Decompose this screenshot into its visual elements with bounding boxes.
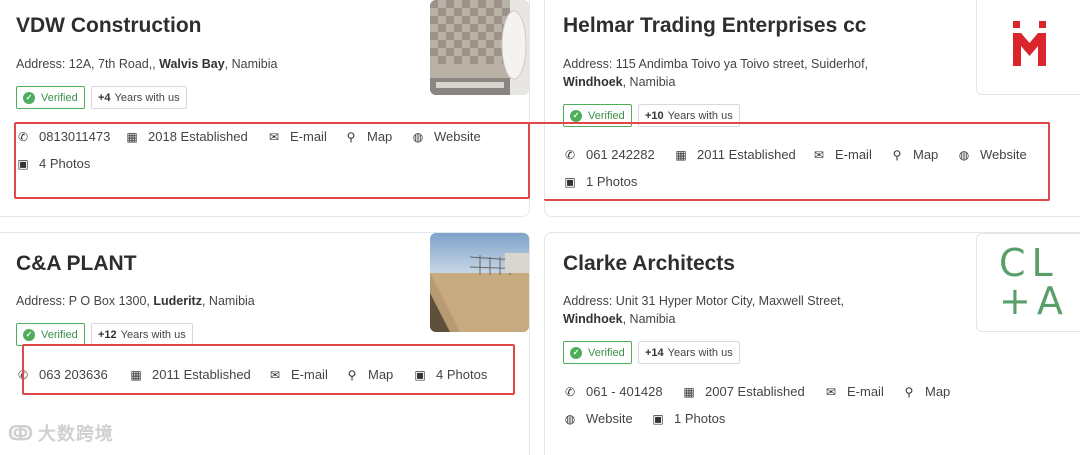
phone-link[interactable]: ✆ 061 242282 <box>563 147 655 162</box>
years-badge: +14 Years with us <box>638 341 740 364</box>
email-link[interactable]: ✉ E-mail <box>268 367 328 382</box>
listing-title[interactable]: VDW Construction <box>16 14 201 38</box>
years-badge: +10 Years with us <box>638 104 740 127</box>
phone-link[interactable]: ✆ 061 - 401428 <box>563 384 663 399</box>
listing-address: Address: Unit 31 Hyper Motor City, Maxwe… <box>563 294 845 326</box>
established-info: ▦ 2018 Established <box>126 129 248 144</box>
verified-badge: ✓ Verified <box>16 323 85 346</box>
listing-title[interactable]: C&A PLANT <box>16 252 137 276</box>
listing-address: Address: P O Box 1300, Luderitz, Namibia <box>16 294 255 308</box>
image-icon: ▣ <box>652 411 664 426</box>
map-marker-icon: ⚲ <box>904 384 914 399</box>
envelope-icon: ✉ <box>268 129 280 144</box>
globe-icon: ◍ <box>412 129 424 144</box>
envelope-icon: ✉ <box>813 147 825 162</box>
helmar-logo-icon <box>1013 21 1046 66</box>
website-link[interactable]: ◍ Website <box>957 147 1027 162</box>
listing-address: Address: 115 Andimba Toivo ya Toivo stre… <box>563 57 869 89</box>
verified-badge: ✓ Verified <box>563 104 632 127</box>
check-circle-icon: ✓ <box>570 109 582 122</box>
check-circle-icon: ✓ <box>23 328 35 341</box>
map-marker-icon: ⚲ <box>347 367 357 382</box>
years-badge: +12 Years with us <box>91 323 193 346</box>
image-icon: ▣ <box>564 174 576 189</box>
email-link[interactable]: ✉ E-mail <box>812 147 872 162</box>
website-link[interactable]: ◍ Website <box>411 129 481 144</box>
verified-badge: ✓ Verified <box>563 341 632 364</box>
globe-icon: ◍ <box>564 411 576 426</box>
listing-address: Address: 12A, 7th Road,, Walvis Bay, Nam… <box>16 57 278 71</box>
envelope-icon: ✉ <box>269 367 281 382</box>
phone-icon: ✆ <box>564 147 576 162</box>
company-logo[interactable] <box>976 0 1080 95</box>
calendar-icon: ▦ <box>130 367 142 382</box>
check-circle-icon: ✓ <box>570 346 582 359</box>
phone-icon: ✆ <box>564 384 576 399</box>
calendar-icon: ▦ <box>683 384 695 399</box>
envelope-icon: ✉ <box>825 384 837 399</box>
map-link[interactable]: ⚲ Map <box>890 147 939 162</box>
globe-icon: ◍ <box>958 147 970 162</box>
email-link[interactable]: ✉ E-mail <box>824 384 884 399</box>
map-marker-icon: ⚲ <box>892 147 902 162</box>
map-link[interactable]: ⚲ Map <box>344 129 393 144</box>
phone-icon: ✆ <box>17 367 29 382</box>
years-badge: +4 Years with us <box>91 86 187 109</box>
photos-link[interactable]: ▣ 1 Photos <box>651 411 725 426</box>
company-logo[interactable]: CL +A <box>976 233 1080 332</box>
site-photo-image <box>430 233 529 332</box>
map-link[interactable]: ⚲ Map <box>902 384 951 399</box>
watermark-swirl-icon: ↂ <box>8 422 34 445</box>
image-icon: ▣ <box>414 367 426 382</box>
phone-link[interactable]: ✆ 063 203636 <box>16 367 108 382</box>
calendar-icon: ▦ <box>126 129 138 144</box>
watermark-logo: ↂ 大数跨境 <box>8 422 114 445</box>
check-circle-icon: ✓ <box>23 91 35 104</box>
phone-icon: ✆ <box>17 129 29 144</box>
bathroom-photo-image <box>430 0 529 95</box>
listing-photo[interactable] <box>430 233 529 332</box>
listing-title[interactable]: Clarke Architects <box>563 252 735 276</box>
map-link[interactable]: ⚲ Map <box>345 367 394 382</box>
established-info: ▦ 2011 Established <box>130 367 251 382</box>
phone-link[interactable]: ✆ 0813011473 <box>16 129 110 144</box>
established-info: ▦ 2007 Established <box>683 384 805 399</box>
photos-link[interactable]: ▣ 1 Photos <box>563 174 637 189</box>
image-icon: ▣ <box>17 156 29 171</box>
photos-link[interactable]: ▣ 4 Photos <box>16 156 90 171</box>
listing-title[interactable]: Helmar Trading Enterprises cc <box>563 14 866 38</box>
photos-link[interactable]: ▣ 4 Photos <box>413 367 487 382</box>
verified-badge: ✓ Verified <box>16 86 85 109</box>
calendar-icon: ▦ <box>675 147 687 162</box>
established-info: ▦ 2011 Established <box>675 147 796 162</box>
website-link[interactable]: ◍ Website <box>563 411 633 426</box>
clarke-logo-mark: CL +A <box>999 241 1069 323</box>
map-marker-icon: ⚲ <box>346 129 356 144</box>
email-link[interactable]: ✉ E-mail <box>267 129 327 144</box>
listing-photo[interactable] <box>430 0 529 95</box>
